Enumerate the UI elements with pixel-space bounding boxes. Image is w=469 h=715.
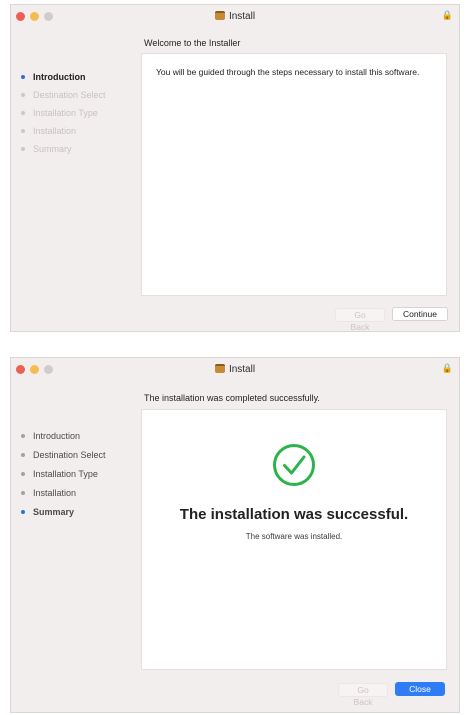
step-bullet-icon: [21, 510, 25, 515]
step-installation: Installation: [21, 122, 106, 140]
package-icon: [214, 364, 225, 373]
step-bullet-icon: [21, 491, 25, 496]
window-title: Install: [11, 364, 459, 375]
step-bullet-icon: [21, 129, 25, 133]
step-destination-select: Destination Select: [21, 86, 106, 104]
checkmark-circle-icon: [273, 444, 315, 486]
close-button[interactable]: Close: [395, 682, 445, 696]
installer-window-summary: Install 🔒 The installation was completed…: [10, 357, 460, 713]
installer-window-introduction: Install 🔒 Welcome to the Installer Intro…: [10, 4, 460, 332]
step-summary: Summary: [21, 140, 106, 158]
step-destination-select: Destination Select: [21, 445, 106, 464]
lock-icon[interactable]: 🔒: [442, 11, 453, 21]
steps-sidebar: Introduction Destination Select Installa…: [21, 68, 106, 158]
step-label: Installation Type: [33, 108, 98, 118]
step-label: Introduction: [33, 72, 86, 82]
step-installation: Installation: [21, 484, 106, 503]
title-bar[interactable]: Install 🔒: [11, 5, 459, 29]
go-back-button[interactable]: Go Back: [338, 683, 388, 707]
step-label: Introduction: [33, 430, 81, 441]
step-installation-type: Installation Type: [21, 104, 106, 122]
step-bullet-icon: [21, 433, 25, 438]
step-label: Summary: [33, 507, 75, 518]
step-introduction: Introduction: [21, 426, 106, 445]
title-bar[interactable]: Install 🔒: [11, 358, 459, 382]
success-headline: The installation was successful.: [179, 506, 409, 523]
step-label: Installation Type: [33, 468, 98, 479]
step-bullet-icon: [21, 93, 25, 97]
window-title-text: Install: [228, 364, 256, 375]
step-label: Destination Select: [33, 449, 106, 460]
window-title: Install: [11, 11, 459, 22]
step-label: Installation: [33, 126, 77, 136]
package-icon: [214, 11, 225, 20]
step-summary: Summary: [21, 503, 106, 522]
continue-button[interactable]: Continue: [392, 307, 448, 321]
step-introduction: Introduction: [21, 68, 106, 86]
window-title-text: Install: [228, 11, 256, 22]
content-panel: You will be guided through the steps nec…: [141, 53, 447, 296]
steps-sidebar: Introduction Destination Select Installa…: [21, 426, 106, 522]
step-label: Summary: [33, 144, 72, 154]
step-bullet-icon: [21, 471, 25, 476]
step-bullet-icon: [21, 75, 25, 79]
page-header: Welcome to the Installer: [144, 38, 241, 48]
success-subtext: The software was installed.: [245, 532, 343, 541]
content-panel: The installation was successful. The sof…: [141, 409, 447, 670]
step-installation-type: Installation Type: [21, 464, 106, 483]
step-label: Installation: [33, 488, 77, 499]
step-bullet-icon: [21, 111, 25, 115]
step-bullet-icon: [21, 147, 25, 151]
go-back-button[interactable]: Go Back: [335, 308, 385, 332]
lock-icon[interactable]: 🔒: [442, 364, 453, 374]
step-bullet-icon: [21, 452, 25, 457]
page-header: The installation was completed successfu…: [144, 393, 320, 403]
step-label: Destination Select: [33, 90, 106, 100]
intro-text: You will be guided through the steps nec…: [156, 67, 420, 77]
